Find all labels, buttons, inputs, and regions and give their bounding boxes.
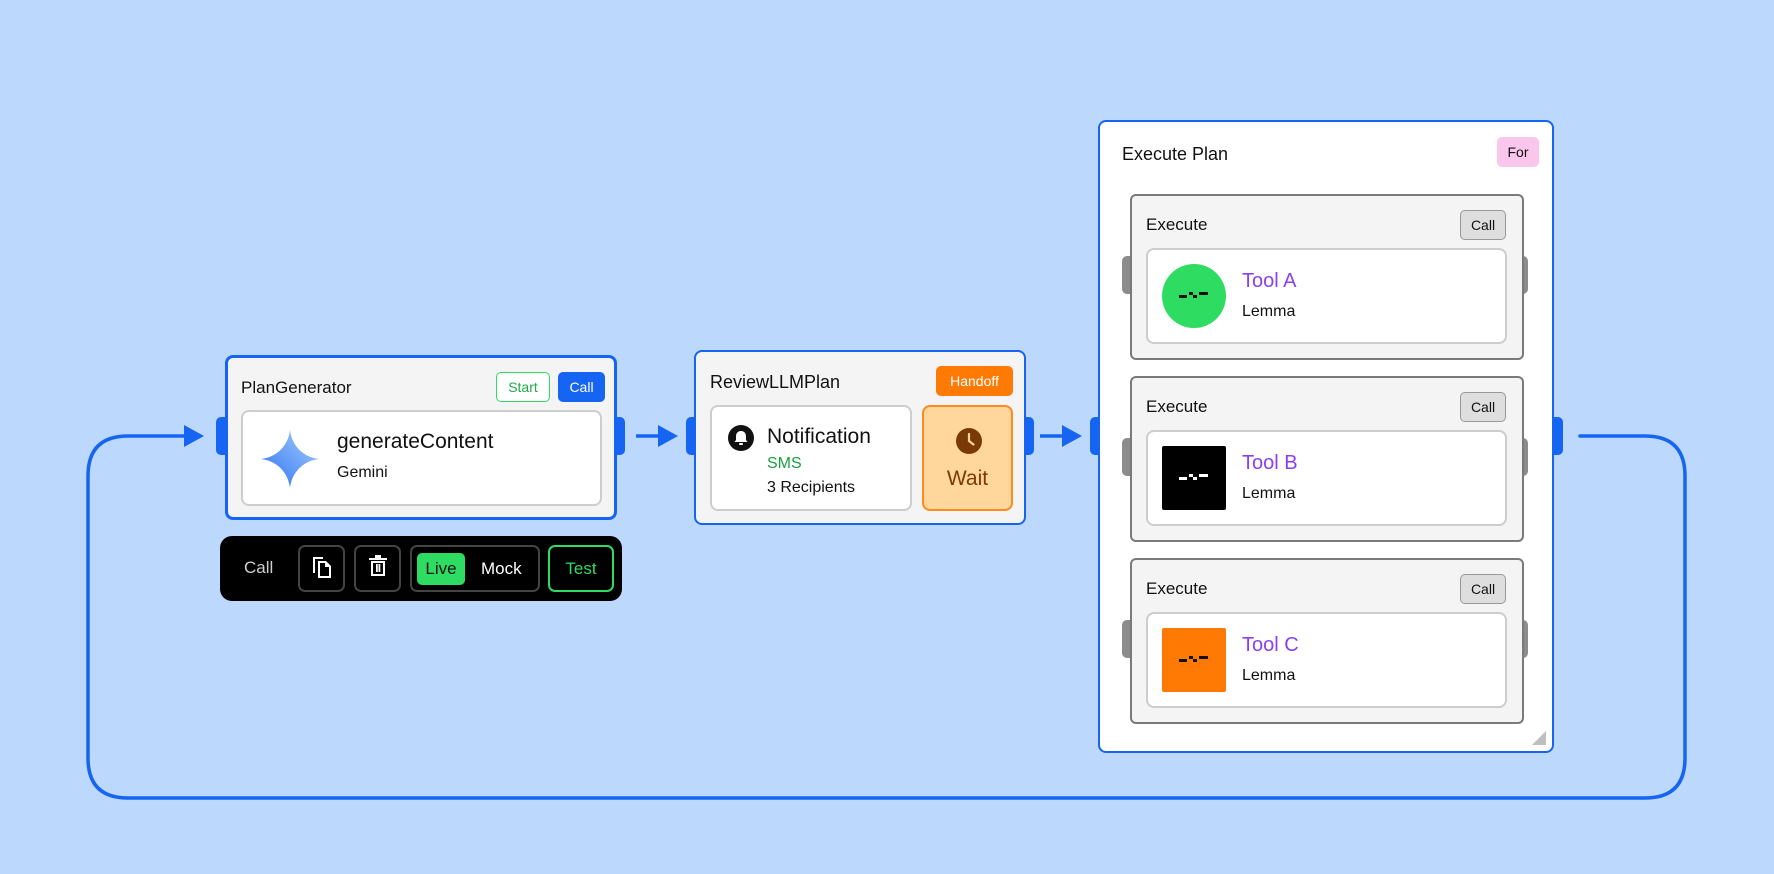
group-title: Execute Plan <box>1122 144 1229 164</box>
execute-title: Execute <box>1146 397 1208 416</box>
generate-content-card[interactable]: generateContent Gemini <box>241 410 602 506</box>
resize-handle-icon[interactable] <box>1532 731 1546 745</box>
notification-channel: SMS <box>767 455 802 472</box>
tool-c-logo-icon <box>1162 628 1226 692</box>
execute-call-badge[interactable]: Call <box>1460 574 1506 604</box>
execute-call-badge[interactable]: Call <box>1460 392 1506 422</box>
tool-name: Tool A <box>1242 270 1297 292</box>
tool-card[interactable]: Tool A Lemma <box>1146 248 1507 344</box>
bell-icon <box>728 425 754 451</box>
wait-card[interactable]: Wait <box>922 405 1013 511</box>
clock-icon <box>956 428 982 454</box>
wait-label: Wait <box>946 467 989 490</box>
execute-node-tool-b[interactable]: Execute Call Tool B Lemma <box>1130 376 1524 542</box>
execute-plan-group[interactable]: Execute Plan For Execute Call Tool A Lem… <box>1098 120 1554 753</box>
tool-sub: Lemma <box>1242 485 1296 502</box>
node-title: ReviewLLMPlan <box>710 372 841 392</box>
execute-title: Execute <box>1146 215 1208 234</box>
live-mock-toggle[interactable]: Live Mock <box>410 545 540 592</box>
call-badge[interactable]: Call <box>558 372 605 402</box>
gemini-sparkle-icon <box>259 428 321 490</box>
review-llm-plan-node[interactable]: ReviewLLMPlan Handoff Notification SMS 3… <box>694 350 1026 525</box>
notification-recipients: 3 Recipients <box>767 479 856 496</box>
node-title: PlanGenerator <box>241 378 352 397</box>
tool-a-logo-icon <box>1162 264 1226 328</box>
plan-generator-node[interactable]: PlanGenerator Start Call generateContent… <box>225 355 617 520</box>
tool-b-logo-icon <box>1162 446 1226 510</box>
card-subtitle: Gemini <box>337 464 388 481</box>
trash-icon <box>368 555 388 582</box>
for-badge[interactable]: For <box>1497 137 1539 167</box>
mock-option[interactable]: Mock <box>481 559 522 579</box>
execute-node-tool-a[interactable]: Execute Call Tool A Lemma <box>1130 194 1524 360</box>
execute-title: Execute <box>1146 579 1208 598</box>
tool-sub: Lemma <box>1242 303 1296 320</box>
execute-node-tool-c[interactable]: Execute Call Tool C Lemma <box>1130 558 1524 724</box>
toolbar-call-label[interactable]: Call <box>244 558 273 578</box>
copy-icon <box>310 553 334 584</box>
tool-sub: Lemma <box>1242 667 1296 684</box>
tool-name: Tool B <box>1242 452 1298 474</box>
card-title: generateContent <box>337 430 494 453</box>
copy-button[interactable] <box>298 545 345 592</box>
edge-arrow-head <box>658 425 678 447</box>
loop-arrow-head <box>184 425 204 447</box>
tool-name: Tool C <box>1242 634 1299 656</box>
execute-call-badge[interactable]: Call <box>1460 210 1506 240</box>
live-option[interactable]: Live <box>417 553 465 585</box>
start-badge[interactable]: Start <box>496 372 550 402</box>
tool-card[interactable]: Tool C Lemma <box>1146 612 1507 708</box>
notification-title: Notification <box>767 425 871 448</box>
edge-arrow-head <box>1062 425 1082 447</box>
tool-card[interactable]: Tool B Lemma <box>1146 430 1507 526</box>
notification-card[interactable]: Notification SMS 3 Recipients <box>710 405 912 511</box>
test-button[interactable]: Test <box>548 545 614 592</box>
node-toolbar: Call Live Mock Test <box>220 536 622 601</box>
delete-button[interactable] <box>354 545 401 592</box>
handoff-badge[interactable]: Handoff <box>936 366 1013 396</box>
